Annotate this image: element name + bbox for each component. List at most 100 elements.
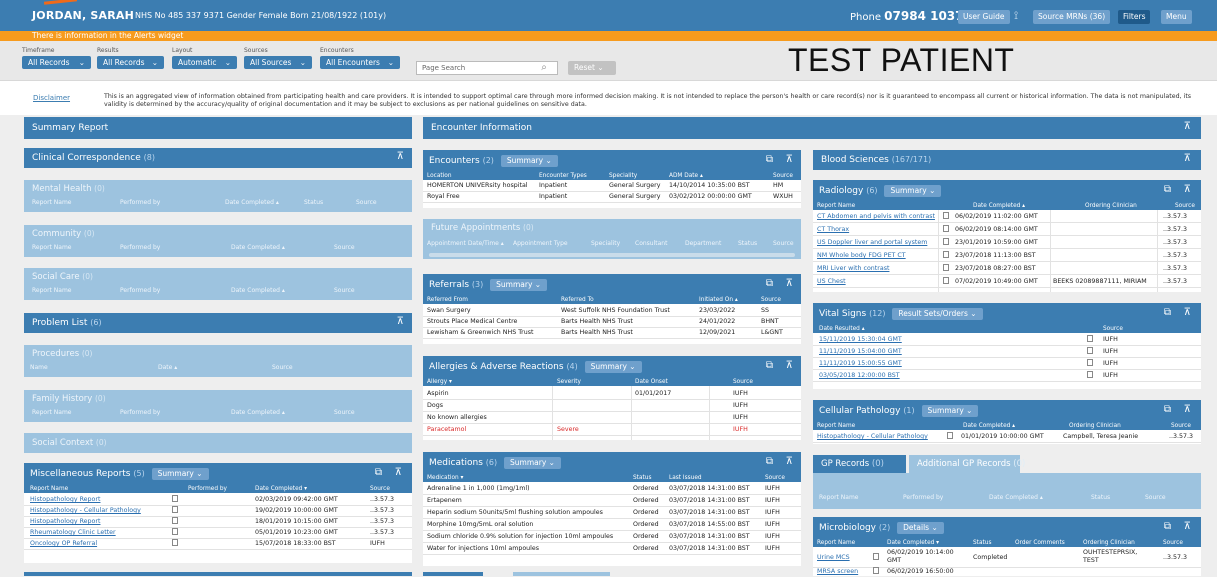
table-row[interactable]: Urine MCS 06/02/2019 10:14:00 GMT Comple…	[813, 548, 1201, 568]
broadcast-icon[interactable]: ⟟	[1014, 9, 1018, 23]
table-row[interactable]: Rheumatology Clinic Letter 05/01/2019 10:…	[24, 528, 412, 539]
micro-view-select[interactable]: Details ⌄	[897, 522, 944, 534]
table-row[interactable]: Lewisham & Greenwich NHS Trust Barts Heal…	[423, 328, 801, 339]
table-row[interactable]: Oncology OP Referral 15/07/2018 18:33:00 …	[24, 539, 412, 550]
clinical-correspondence-header[interactable]: Clinical Correspondence (8) ⊼	[24, 148, 412, 168]
expand-icon[interactable]: ⧉	[1164, 404, 1171, 416]
disclaimer-link[interactable]: Disclaimer	[33, 94, 70, 102]
collapse-icon[interactable]: ⊼	[1184, 184, 1191, 196]
table-row[interactable]: US Doppler liver and portal system 23/01/…	[813, 238, 1201, 249]
document-icon	[1087, 335, 1093, 342]
table-row[interactable]: HOMERTON UNIVERsity hospital Inpatient Gen…	[423, 181, 801, 192]
expand-icon[interactable]: ⧉	[766, 154, 773, 166]
table-row[interactable]: Histopathology Report 18/01/2019 10:15:00…	[24, 517, 412, 528]
social-context-header[interactable]: Social Context (0)	[24, 433, 412, 453]
collapse-icon[interactable]: ⊼	[1184, 121, 1191, 133]
table-row[interactable]: Sodium chloride 0.9% solution for inject…	[423, 532, 801, 543]
allergies-view-select[interactable]: Summary ⌄	[584, 361, 642, 373]
table-row[interactable]: US Chest 07/02/2019 10:49:00 GMT BEEKS 020…	[813, 277, 1201, 288]
vitals-view-select[interactable]: Result Sets/Orders ⌄	[892, 308, 983, 320]
table-row[interactable]: Morphine 10mg/5mL oral solution Ordered 03…	[423, 520, 801, 531]
cellular-view-select[interactable]: Summary ⌄	[921, 405, 979, 417]
layout-filter[interactable]: Layout Automatic ⌄	[172, 47, 237, 69]
future-appointments-header[interactable]: Future Appointments (0)	[423, 219, 801, 239]
tab-gp-records[interactable]: GP Records (0)	[813, 455, 906, 473]
table-row[interactable]: Strouts Place Medical Centre Barts Health…	[423, 317, 801, 328]
community-header[interactable]: Community (0)	[24, 225, 412, 243]
expand-icon[interactable]: ⧉	[375, 467, 382, 479]
family-history-header[interactable]: Family History (0)	[24, 390, 412, 408]
table-row[interactable]: MRI Liver with contrast 23/07/2018 08:27:…	[813, 264, 1201, 275]
user-guide-button[interactable]: User Guide	[958, 10, 1010, 24]
table-row[interactable]: Aspirin 01/01/2017 IUFH	[423, 389, 801, 400]
table-row[interactable]: 11/11/2019 15:00:55 GMT IUFH	[813, 359, 1201, 370]
expand-icon[interactable]: ⧉	[1164, 521, 1171, 533]
table-row[interactable]: Histopathology - Cellular Pathology 19/02…	[24, 506, 412, 517]
collapse-icon[interactable]: ⊼	[1184, 153, 1191, 165]
collapse-icon[interactable]: ⊼	[1184, 404, 1191, 416]
sources-filter[interactable]: Sources All Sources ⌄	[244, 47, 312, 69]
horizontal-scrollbar[interactable]	[429, 253, 795, 257]
table-row[interactable]: 11/11/2019 15:04:00 GMT IUFH	[813, 347, 1201, 358]
reset-button[interactable]: Reset ⌄	[568, 61, 616, 75]
results-filter[interactable]: Results All Records ⌄	[97, 47, 164, 69]
collapse-icon[interactable]: ⊼	[786, 360, 793, 372]
document-icon	[172, 517, 178, 524]
expand-icon[interactable]: ⧉	[766, 360, 773, 372]
filters-button[interactable]: Filters	[1118, 10, 1151, 24]
misc-view-select[interactable]: Summary ⌄	[151, 468, 209, 480]
table-row[interactable]: 15/11/2019 15:30:04 GMT IUFH	[813, 335, 1201, 346]
table-row[interactable]: Heparin sodium 50units/5ml flushing solu…	[423, 508, 801, 519]
social-care-header[interactable]: Social Care (0)	[24, 268, 412, 286]
menu-button[interactable]: Menu	[1161, 10, 1192, 24]
table-row[interactable]: Adrenaline 1 in 1,000 (1mg/1ml) Ordered 03…	[423, 484, 801, 495]
table-row[interactable]: Royal Free Inpatient General Surgery 03/02/…	[423, 192, 801, 203]
tab-additional-gp-records[interactable]: Additional GP Records (0)	[909, 455, 1025, 473]
medications-view-select[interactable]: Summary ⌄	[504, 457, 561, 469]
disclaimer-text: This is an aggregated view of informatio…	[104, 93, 1192, 108]
encounters-view-select[interactable]: Summary ⌄	[500, 155, 558, 167]
mental-health-header[interactable]: Mental Health (0)	[24, 180, 412, 198]
problem-list-header[interactable]: Problem List (6) ⊼	[24, 313, 412, 333]
table-row[interactable]: Dogs IUFH	[423, 401, 801, 412]
table-row[interactable]: 03/05/2018 12:00:00 BST IUFH	[813, 371, 1201, 382]
collapse-icon[interactable]: ⊼	[397, 151, 404, 163]
expand-icon[interactable]: ⧉	[766, 456, 773, 468]
collapse-icon[interactable]: ⊼	[397, 316, 404, 328]
table-row[interactable]: Histopathology - Cellular Pathology 01/01…	[813, 432, 1201, 443]
table-row[interactable]: CT Thorax 06/02/2019 08:14:00 GMT ..3.57.3	[813, 225, 1201, 236]
source-mrns-button[interactable]: Source MRNs (36)	[1033, 10, 1111, 24]
blood-sciences-header[interactable]: Blood Sciences (167/171) ⊼	[813, 150, 1201, 170]
expand-icon[interactable]: ⧉	[1164, 184, 1171, 196]
encounters-filter[interactable]: Encounters All Encounters ⌄	[320, 47, 400, 69]
table-row[interactable]: Paracetamol Severe IUFH	[423, 425, 801, 436]
referrals-view-select[interactable]: Summary ⌄	[490, 279, 548, 291]
summary-report-header[interactable]: Summary Report	[24, 117, 412, 139]
next-tab-edge	[513, 572, 610, 576]
collapse-icon[interactable]: ⊼	[1184, 521, 1191, 533]
collapse-icon[interactable]: ⊼	[786, 278, 793, 290]
document-icon	[943, 251, 949, 258]
search-icon[interactable]: ⌕	[537, 61, 551, 75]
table-row[interactable]: No known allergies IUFH	[423, 413, 801, 424]
timeframe-filter[interactable]: Timeframe All Records ⌄	[22, 47, 91, 69]
collapse-icon[interactable]: ⊼	[1184, 307, 1191, 319]
table-row[interactable]: Ertapenem Ordered 03/07/2018 14:31:00 BST I…	[423, 496, 801, 507]
document-icon	[873, 567, 879, 574]
table-row[interactable]: Histopathology Report 02/03/2019 09:42:00…	[24, 495, 412, 506]
table-row[interactable]: NM Whole body FDG PET CT 23/07/2018 11:13…	[813, 251, 1201, 262]
encounter-information-header[interactable]: Encounter Information ⊼	[423, 117, 1201, 139]
document-icon	[172, 506, 178, 513]
collapse-icon[interactable]: ⊼	[786, 154, 793, 166]
table-row[interactable]: Water for injections 10ml ampoules Ordere…	[423, 544, 801, 555]
table-row[interactable]: CT Abdomen and pelvis with contrast 06/02…	[813, 212, 1201, 223]
alert-banner[interactable]: There is information in the Alerts widge…	[0, 31, 1217, 41]
procedures-header[interactable]: Procedures (0)	[24, 345, 412, 363]
collapse-icon[interactable]: ⊼	[395, 467, 402, 479]
family-history-columns: Report Name Performed by Date Completed ▴ S…	[24, 408, 412, 422]
collapse-icon[interactable]: ⊼	[786, 456, 793, 468]
table-row[interactable]: Swan Surgery West Suffolk NHS Foundation …	[423, 306, 801, 317]
expand-icon[interactable]: ⧉	[1164, 307, 1171, 319]
expand-icon[interactable]: ⧉	[766, 278, 773, 290]
radiology-view-select[interactable]: Summary ⌄	[884, 185, 942, 197]
